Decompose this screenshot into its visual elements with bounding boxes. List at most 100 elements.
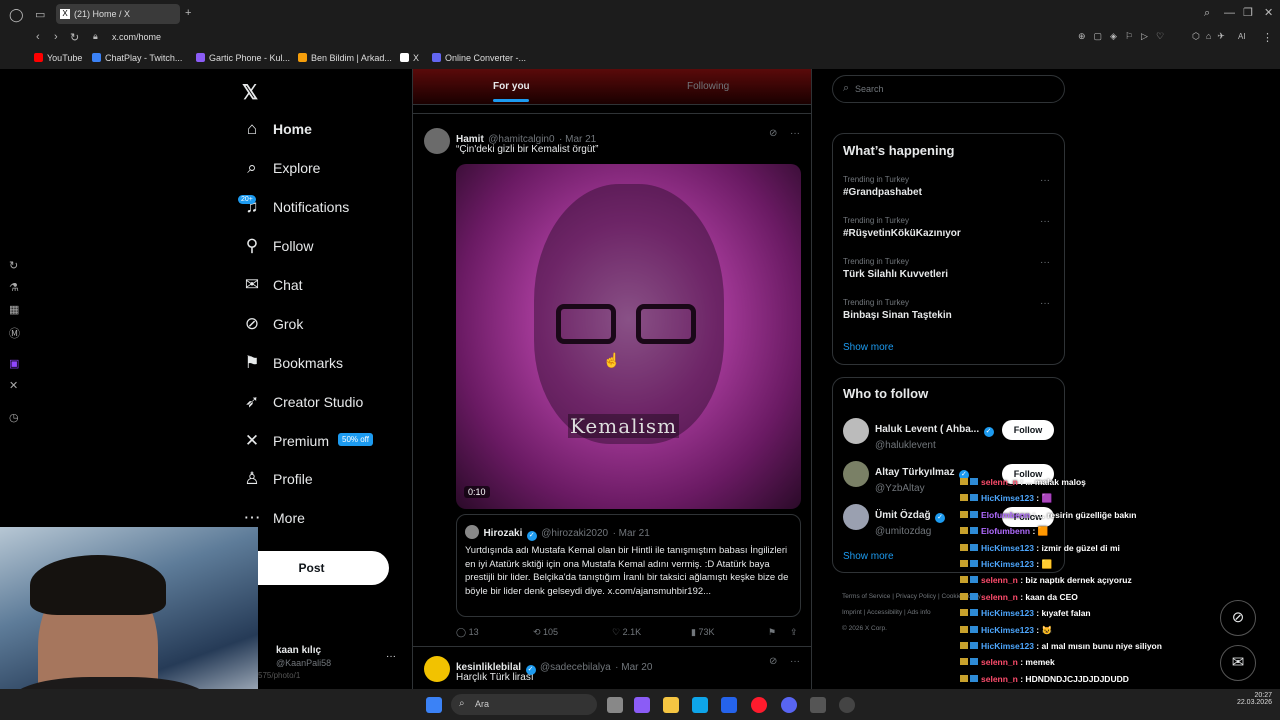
footer-link[interactable]: Accessibility (867, 609, 902, 616)
x-sidebar-icon[interactable]: ✕ (9, 379, 18, 392)
share-icon[interactable]: ⇪ (790, 627, 798, 638)
store-icon[interactable] (721, 697, 737, 713)
bookmark-gartic[interactable]: Gartic Phone - Kul... (196, 53, 290, 63)
nav-profile[interactable]: ♙ Profile (242, 464, 312, 494)
avatar[interactable] (843, 504, 869, 530)
file-explorer-icon[interactable] (663, 697, 679, 713)
bookmark-x[interactable]: X (400, 53, 419, 63)
bookmark-chatplay[interactable]: ChatPlay - Twitch... (92, 53, 182, 63)
twitch-icon[interactable]: ▣ (9, 357, 19, 370)
follow-suggestion[interactable]: Altay Türkyılmaz ✓ @YzbAltay (875, 462, 969, 494)
trend-item[interactable]: Trending in Turkey Binbaşı Sinan Taştekin (843, 298, 952, 321)
bookmark-benbildim[interactable]: Ben Bildim | Arkad... (298, 53, 392, 63)
tab-workspace-icon[interactable]: ▭ (35, 8, 45, 21)
post-more-icon[interactable]: ··· (790, 656, 800, 667)
trend-more-icon[interactable]: ··· (1040, 257, 1050, 268)
show-more-link[interactable]: Show more (843, 342, 894, 353)
post-date[interactable]: · Mar 20 (615, 662, 652, 673)
menu-icon[interactable]: ⋮ (1262, 31, 1273, 44)
tab-following[interactable]: Following (687, 81, 729, 92)
history-icon[interactable]: ◷ (9, 411, 19, 424)
obs-icon[interactable] (839, 697, 855, 713)
nav-home[interactable]: ⌂ Home (242, 114, 312, 144)
opera-logo-icon[interactable]: ◯ (9, 7, 24, 23)
nav-premium[interactable]: ✕ Premium (242, 426, 329, 456)
trend-item[interactable]: Trending in Turkey #Grandpashabet (843, 175, 922, 198)
nav-notifications[interactable]: ♫ Notifications (242, 192, 350, 222)
post-more-icon[interactable]: ··· (790, 128, 800, 139)
browser-tab[interactable]: X (21) Home / X (56, 4, 180, 24)
clock[interactable]: 20:27 22.03.2026 (1226, 692, 1272, 706)
trend-item[interactable]: Trending in Turkey #RüşvetinKöküKazınıyor (843, 216, 961, 239)
like-button[interactable]: ♡ 2.1K (612, 627, 641, 638)
avatar[interactable] (843, 461, 869, 487)
account-more-icon[interactable]: ··· (386, 651, 396, 662)
extensions-icons[interactable]: ⬡⌂✈ (1192, 31, 1231, 42)
trend-more-icon[interactable]: ··· (1040, 175, 1050, 186)
edge-icon[interactable] (692, 697, 708, 713)
forward-icon[interactable]: › (54, 31, 58, 43)
chat-message: selenn_n : ... malak maloş (960, 477, 1086, 487)
trend-more-icon[interactable]: ··· (1040, 216, 1050, 227)
grok-post-icon[interactable]: ⊘ (769, 128, 777, 139)
footer-link[interactable]: Imprint (842, 609, 862, 616)
pinboard-icon[interactable]: ▦ (9, 303, 19, 316)
nav-grok[interactable]: ⊘ Grok (242, 309, 303, 339)
nav-explore[interactable]: ⌕ Explore (242, 153, 320, 183)
grok-floating-icon[interactable]: ⊘ (1220, 600, 1256, 636)
mail-sidebar-icon[interactable]: Ⓜ (9, 325, 20, 341)
reload-icon[interactable]: ↻ (70, 31, 79, 44)
follow-button[interactable]: Follow (1002, 420, 1054, 440)
back-icon[interactable]: ‹ (36, 31, 40, 43)
taskbar-search-input[interactable]: Ara (475, 699, 489, 709)
avatar[interactable] (424, 128, 450, 154)
app-icon[interactable] (810, 697, 826, 713)
follow-suggestion[interactable]: Ümit Özdağ ✓ @umitozdag (875, 505, 946, 537)
close-icon[interactable]: ✕ (1264, 6, 1273, 19)
trend-more-icon[interactable]: ··· (1040, 298, 1050, 309)
avatar[interactable] (424, 656, 450, 682)
ai-sidebar-icon[interactable]: ↻ (9, 259, 18, 272)
start-icon[interactable] (426, 697, 442, 713)
browser-toolbar-icons[interactable]: ⊕▢◈⚐▷♡ (1078, 31, 1172, 42)
maximize-icon[interactable]: ❐ (1243, 6, 1253, 19)
author-handle[interactable]: @sadecebilalya (540, 662, 611, 673)
new-tab-icon[interactable]: + (185, 7, 191, 19)
follow-suggestion[interactable]: Haluk Levent ( Ahba... ✓ @haluklevent (875, 419, 994, 451)
ai-label[interactable]: AI (1238, 32, 1246, 41)
bookmark-converter[interactable]: Online Converter -... (432, 53, 526, 63)
reply-button[interactable]: ◯ 13 (456, 627, 479, 638)
search-box[interactable]: ⌕ Search (832, 75, 1065, 103)
grok-post-icon[interactable]: ⊘ (769, 656, 777, 667)
discord-icon[interactable] (781, 697, 797, 713)
taskbar-search[interactable]: ⌕ Ara (451, 694, 597, 715)
show-more-link[interactable]: Show more (843, 551, 894, 562)
trend-item[interactable]: Trending in Turkey Türk Silahlı Kuvvetler… (843, 257, 948, 280)
account-switcher[interactable]: kaan kılıç @KaanPali58 575/photo/1 (258, 645, 331, 680)
repost-button[interactable]: ⟲ 105 (533, 627, 558, 638)
quoted-post[interactable]: Hirozaki ✓ @hirozaki2020 · Mar 21 Yurtdı… (456, 514, 801, 617)
x-logo-icon[interactable]: 𝕏 (242, 80, 258, 105)
url-field[interactable]: x.com/home (112, 32, 161, 42)
bookmark-youtube[interactable]: YouTube (34, 53, 82, 63)
opera-taskbar-icon[interactable] (751, 697, 767, 713)
footer-link[interactable]: Privacy Policy (896, 593, 936, 600)
search-input[interactable]: Search (855, 84, 884, 94)
footer-link[interactable]: Ads info (907, 609, 931, 616)
task-view-icon[interactable] (607, 697, 623, 713)
tab-for-you[interactable]: For you (493, 81, 530, 92)
bookmark-post-icon[interactable]: ⚑ (768, 627, 776, 638)
messages-floating-icon[interactable]: ✉ (1220, 645, 1256, 681)
app-icon[interactable] (634, 697, 650, 713)
views-button[interactable]: ▮ 73K (691, 627, 714, 638)
flow-icon[interactable]: ⚗ (9, 281, 19, 294)
nav-follow[interactable]: ⚲ Follow (242, 231, 314, 261)
footer-link[interactable]: Terms of Service (842, 593, 890, 600)
nav-creator-studio[interactable]: ➶ Creator Studio (242, 387, 363, 417)
minimize-icon[interactable]: — (1224, 7, 1235, 19)
avatar[interactable] (843, 418, 869, 444)
nav-bookmarks[interactable]: ⚑ Bookmarks (242, 348, 343, 378)
nav-chat[interactable]: ✉ Chat (242, 270, 303, 300)
search-tabs-icon[interactable]: ⌕ (1204, 7, 1210, 20)
video-player[interactable]: Kemalism 0:10 ☝ (456, 164, 801, 509)
